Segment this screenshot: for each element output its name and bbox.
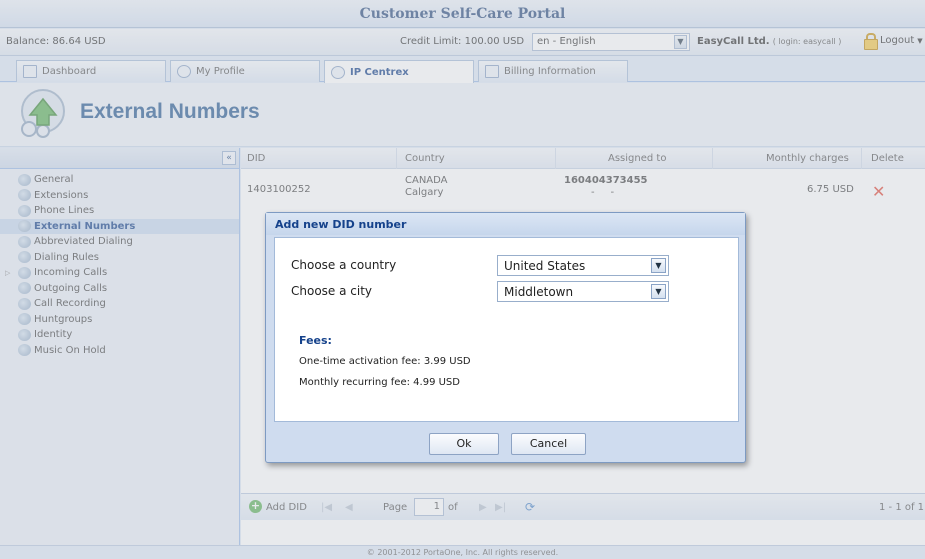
recurring-fee: Monthly recurring fee: 4.99 USD [299, 377, 460, 388]
fees-heading: Fees: [299, 334, 332, 347]
dialog-title: Add new DID number [266, 213, 745, 235]
country-value: United States [504, 259, 586, 273]
add-did-dialog: Add new DID number Choose a country Unit… [265, 212, 746, 463]
dialog-body: Choose a country United States ▼ Choose … [274, 237, 739, 422]
ok-button[interactable]: Ok [429, 433, 499, 455]
chevron-down-icon[interactable]: ▼ [651, 284, 666, 299]
country-label: Choose a country [291, 258, 397, 272]
city-label: Choose a city [291, 284, 373, 298]
chevron-down-icon[interactable]: ▼ [651, 258, 666, 273]
country-select[interactable]: United States ▼ [497, 255, 669, 276]
city-select[interactable]: Middletown ▼ [497, 281, 669, 302]
cancel-button[interactable]: Cancel [511, 433, 586, 455]
city-value: Middletown [504, 285, 574, 299]
activation-fee: One-time activation fee: 3.99 USD [299, 356, 471, 367]
